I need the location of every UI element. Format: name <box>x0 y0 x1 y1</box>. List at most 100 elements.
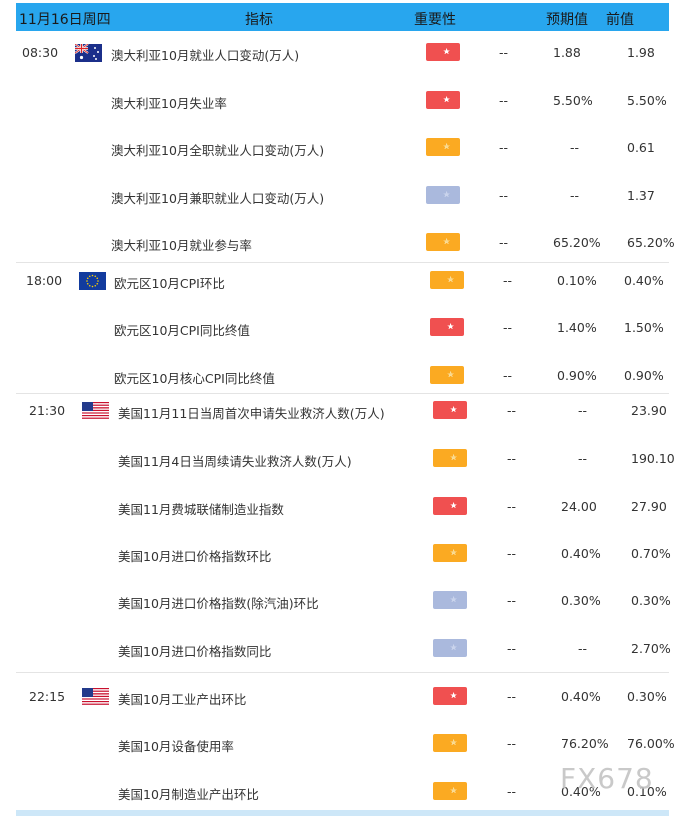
importance-stars: ★ ★ ★ <box>433 544 467 562</box>
event-time: 18:00 <box>26 273 63 288</box>
event-name: 美国10月进口价格指数同比 <box>118 644 272 659</box>
usa-flag-icon <box>82 402 109 423</box>
event-name: 美国11月11日当周首次申请失业救济人数(万人) <box>118 406 385 421</box>
australia-flag-icon <box>74 43 102 65</box>
event-name: 美国10月设备使用率 <box>118 739 234 754</box>
star-icon: ★ <box>447 322 454 331</box>
importance-stars: ★ ★ ★ <box>433 591 467 609</box>
event-name: 澳大利亚10月失业率 <box>111 96 227 111</box>
forecast-value: 0.10% <box>557 273 597 288</box>
star-icon: ★ <box>443 47 450 56</box>
actual-value: -- <box>507 784 517 799</box>
star-icon: ★ <box>450 595 457 604</box>
star-icon: ★ <box>443 95 450 104</box>
table-row[interactable]: 美国10月进口价格指数环比 ★ ★ ★ -- 0.40% 0.70% <box>0 544 688 564</box>
event-name: 美国10月进口价格指数环比 <box>118 549 272 564</box>
table-row[interactable]: 澳大利亚10月就业参与率 ★ ★ ★ -- 65.20% 65.20% <box>0 233 688 253</box>
table-row[interactable]: 欧元区10月CPI同比终值 ★ ★ ★ -- 1.40% 1.50% <box>0 318 688 338</box>
star-icon: ★ <box>450 501 457 510</box>
forecast-value: 76.20% <box>561 736 609 751</box>
table-row[interactable]: 澳大利亚10月失业率 ★ ★ ★ -- 5.50% 5.50% <box>0 91 688 111</box>
table-row[interactable]: 美国10月进口价格指数(除汽油)环比 ★ ★ ★ -- 0.30% 0.30% <box>0 591 688 611</box>
header-date: 11月16日周四 <box>19 12 111 28</box>
forecast-value: 0.40% <box>561 689 601 704</box>
forecast-value: 0.90% <box>557 368 597 383</box>
previous-value: 1.37 <box>627 188 655 203</box>
forecast-value: 1.40% <box>557 320 597 335</box>
previous-value: 190.10 <box>631 451 675 466</box>
previous-value: 76.00% <box>627 736 675 751</box>
star-icon: ★ <box>443 142 450 151</box>
importance-stars: ★ ★ ★ <box>426 138 460 156</box>
event-name: 美国10月工业产出环比 <box>118 692 247 707</box>
importance-stars: ★ ★ ★ <box>426 91 460 109</box>
importance-stars: ★ ★ ★ <box>430 318 464 336</box>
importance-stars: ★ ★ ★ <box>426 233 460 251</box>
importance-stars: ★ ★ ★ <box>433 782 467 800</box>
previous-value: 1.50% <box>624 320 664 335</box>
group-divider <box>16 262 669 263</box>
previous-value: 65.20% <box>627 235 675 250</box>
table-header: 11月16日周四 指标 重要性 预期值 前值 <box>16 3 669 31</box>
actual-value: -- <box>507 546 517 561</box>
star-icon: ★ <box>443 237 450 246</box>
table-row[interactable]: 美国11月4日当周续请失业救济人数(万人) ★ ★ ★ -- -- 190.10 <box>0 449 688 469</box>
previous-value: 0.61 <box>627 140 655 155</box>
usa-flag-icon <box>82 688 109 709</box>
star-icon: ★ <box>447 370 454 379</box>
previous-value: 0.90% <box>624 368 664 383</box>
previous-value: 0.30% <box>631 593 671 608</box>
table-row[interactable]: 澳大利亚10月全职就业人口变动(万人) ★ ★ ★ -- -- 0.61 <box>0 138 688 158</box>
table-row[interactable]: 21:30 美国11月11日当周首次申请失业救济人数(万人) ★ ★ ★ -- -- 23.9… <box>0 401 688 421</box>
table-row[interactable]: 澳大利亚10月兼职就业人口变动(万人) ★ ★ ★ -- -- 1.37 <box>0 186 688 206</box>
previous-value: 0.40% <box>624 273 664 288</box>
forecast-value: -- <box>570 188 580 203</box>
header-forecast: 预期值 <box>546 12 588 28</box>
event-name: 澳大利亚10月全职就业人口变动(万人) <box>111 143 325 158</box>
table-row[interactable]: 22:15 美国10月工业产出环比 ★ ★ ★ -- 0.40% 0.30% <box>0 687 688 707</box>
event-name: 欧元区10月CPI环比 <box>114 276 225 291</box>
previous-value: 1.98 <box>627 45 655 60</box>
event-name: 澳大利亚10月就业人口变动(万人) <box>111 48 300 63</box>
event-name: 美国10月制造业产出环比 <box>118 787 259 802</box>
previous-value: 0.70% <box>631 546 671 561</box>
actual-value: -- <box>503 320 513 335</box>
importance-stars: ★ ★ ★ <box>433 449 467 467</box>
table-row[interactable]: 欧元区10月核心CPI同比终值 ★ ★ ★ -- 0.90% 0.90% <box>0 366 688 386</box>
forecast-value: 5.50% <box>553 93 593 108</box>
previous-value: 27.90 <box>631 499 667 514</box>
importance-stars: ★ ★ ★ <box>433 734 467 752</box>
actual-value: -- <box>499 140 509 155</box>
actual-value: -- <box>499 45 509 60</box>
actual-value: -- <box>499 93 509 108</box>
importance-stars: ★ ★ ★ <box>426 186 460 204</box>
header-importance: 重要性 <box>414 12 456 28</box>
forecast-value: -- <box>570 140 580 155</box>
forecast-value: -- <box>578 641 588 656</box>
star-icon: ★ <box>450 738 457 747</box>
table-row[interactable]: 18:00 欧元区10月CPI环比 ★ ★ ★ -- 0.10% 0.40% <box>0 271 688 291</box>
event-time: 21:30 <box>29 403 66 418</box>
importance-stars: ★ ★ ★ <box>433 687 467 705</box>
event-name: 澳大利亚10月就业参与率 <box>111 238 252 253</box>
star-icon: ★ <box>450 786 457 795</box>
importance-stars: ★ ★ ★ <box>426 43 460 61</box>
header-indicator: 指标 <box>245 12 273 28</box>
table-row[interactable]: 美国10月设备使用率 ★ ★ ★ -- 76.20% 76.00% <box>0 734 688 754</box>
event-name: 欧元区10月核心CPI同比终值 <box>114 371 275 386</box>
star-icon: ★ <box>450 548 457 557</box>
table-row[interactable]: 美国11月费城联储制造业指数 ★ ★ ★ -- 24.00 27.90 <box>0 497 688 517</box>
importance-stars: ★ ★ ★ <box>430 271 464 289</box>
actual-value: -- <box>507 593 517 608</box>
table-row[interactable]: 美国10月进口价格指数同比 ★ ★ ★ -- -- 2.70% <box>0 639 688 659</box>
table-row[interactable]: 08:30 澳大利亚10月就业人口变动(万人) ★ ★ ★ -- 1.88 1.98 <box>0 43 688 63</box>
actual-value: -- <box>499 188 509 203</box>
forecast-value: 0.40% <box>561 546 601 561</box>
previous-value: 0.30% <box>627 689 667 704</box>
event-name: 欧元区10月CPI同比终值 <box>114 323 250 338</box>
event-name: 美国10月进口价格指数(除汽油)环比 <box>118 596 319 611</box>
importance-stars: ★ ★ ★ <box>433 639 467 657</box>
importance-stars: ★ ★ ★ <box>433 401 467 419</box>
forecast-value: 65.20% <box>553 235 601 250</box>
star-icon: ★ <box>447 275 454 284</box>
